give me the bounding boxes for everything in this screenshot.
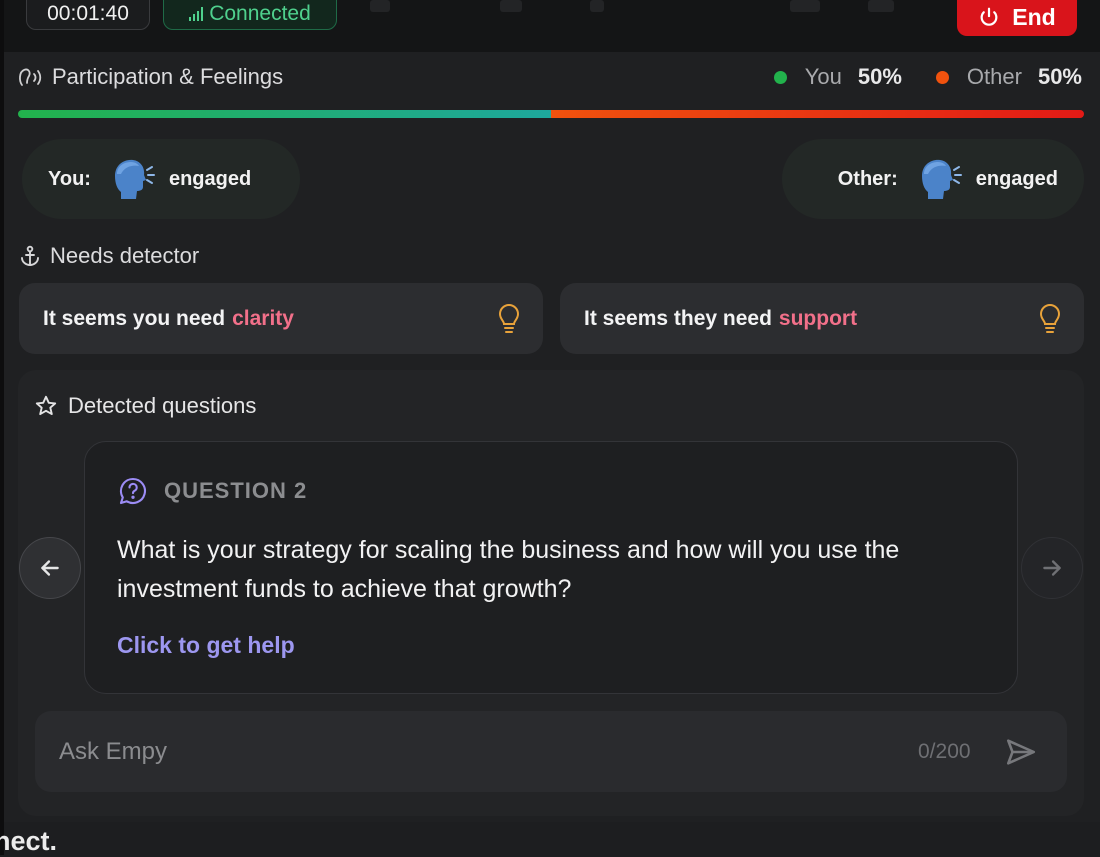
your-need-prefix: It seems you need [43,306,226,330]
toolbar-faint-icon [590,0,604,12]
question-number-label: QUESTION 2 [164,478,308,503]
other-mood-chip: Other: engaged [782,139,1084,219]
participation-legend: You 50% Other 50% [773,64,1082,90]
you-legend-dot [773,70,787,84]
connection-status-label: Connected [209,2,311,25]
speaking-head-icon [921,159,962,199]
participation-ratio-bar [18,110,1084,118]
power-icon [980,7,998,26]
toolbar-faint-icon [868,0,894,12]
ask-input[interactable] [57,729,881,775]
character-counter: 0/200 [918,740,971,763]
participation-header: Participation & Feelings [18,64,283,90]
get-help-link[interactable]: Click to get help [117,632,295,659]
lightbulb-icon [1039,303,1061,333]
call-timer: 00:01:40 [26,0,150,30]
question-label-row: QUESTION 2 [118,476,307,506]
their-need-card[interactable]: It seems they need support [560,283,1084,354]
end-call-button[interactable]: End [957,0,1077,36]
their-need-value: support [778,306,858,330]
other-participation-percent: 50% [1037,64,1082,89]
signal-bars-icon [189,7,204,21]
other-participation-fill [551,110,1084,118]
star-icon [35,395,57,416]
your-need-card[interactable]: It seems you need clarity [19,283,543,354]
detected-questions-title: Detected questions [68,393,257,418]
needs-detector-header: Needs detector [18,243,199,269]
speaking-head-icon [114,159,155,199]
previous-question-button[interactable] [19,537,81,599]
anchor-icon [21,245,39,266]
background-text-fragment: nect. [0,826,58,856]
send-icon[interactable] [1004,735,1038,769]
needs-detector-title: Needs detector [50,243,200,268]
other-legend-dot [935,70,949,84]
you-legend-label: You [804,64,842,89]
toolbar-faint-icon [790,0,820,12]
participation-title: Participation & Feelings [52,64,284,89]
other-mood-label: Other: [837,167,898,190]
you-participation-fill [18,110,551,118]
arrow-left-icon [41,560,59,576]
speaking-waves-icon [19,68,42,86]
you-participation-percent: 50% [857,64,902,89]
lightbulb-icon [498,303,520,333]
connection-status-badge: Connected [163,0,337,30]
you-mood-label: You: [48,167,91,190]
arrow-right-icon [1043,560,1061,576]
your-need-value: clarity [232,306,294,330]
question-bubble-icon [119,477,146,505]
their-need-prefix: It seems they need [584,306,772,330]
other-legend-label: Other [966,64,1022,89]
other-mood-state: engaged [975,167,1058,190]
end-call-label: End [1012,3,1056,30]
ask-box [35,711,1067,792]
question-text: What is your strategy for scaling the bu… [117,536,900,603]
you-mood-state: engaged [168,167,252,190]
toolbar-faint-icon [500,0,522,12]
you-mood-chip: You: engaged [22,139,300,219]
next-question-button[interactable] [1021,537,1083,599]
toolbar-faint-icon [370,0,390,12]
detected-questions-header: Detected questions [34,393,256,419]
